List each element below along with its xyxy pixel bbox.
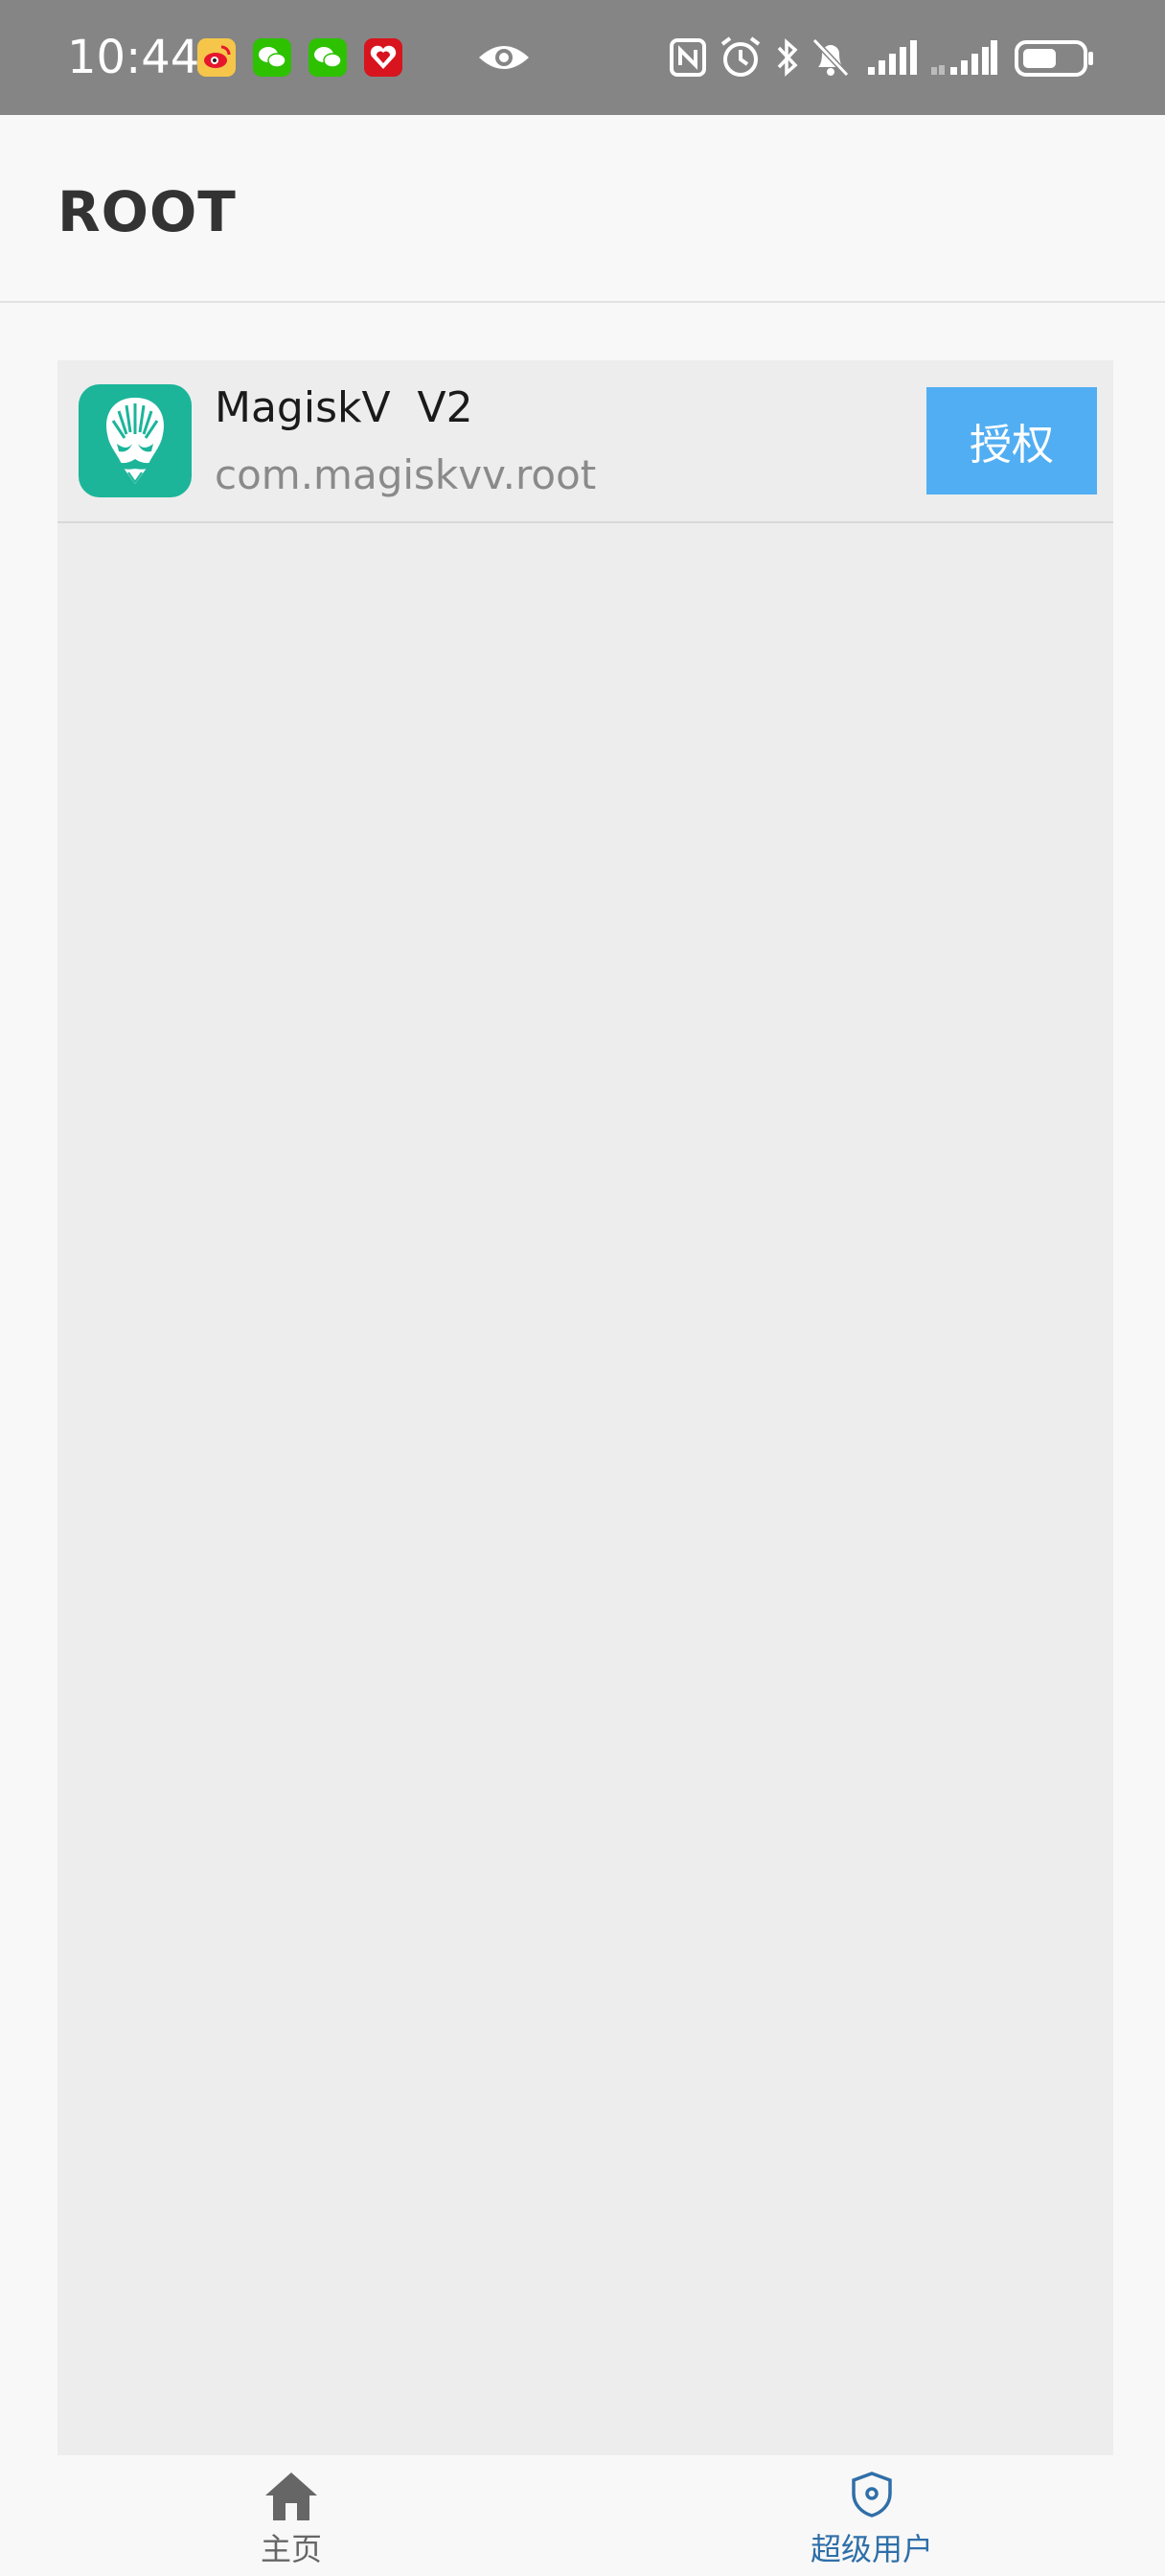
weibo-icon [197, 38, 236, 77]
heart-app-icon [364, 38, 402, 77]
nav-label-superuser: 超级用户 [810, 2531, 933, 2567]
nfc-icon [669, 34, 707, 80]
magisk-mask-icon [79, 384, 192, 497]
nav-label-home: 主页 [260, 2531, 322, 2567]
app-name: MagiskV V2 [215, 383, 473, 432]
status-bar: 10:44 [0, 0, 1165, 115]
wechat-icon [308, 38, 347, 77]
app-package-name: com.magiskvv.root [215, 451, 597, 498]
app-bar: ROOT [0, 115, 1165, 303]
app-list: MagiskV V2 com.magiskvv.root 授权 [57, 360, 1113, 2455]
mute-bell-icon [811, 34, 851, 80]
shield-icon [850, 2471, 894, 2522]
grant-button[interactable]: 授权 [926, 387, 1097, 494]
battery-icon [1014, 34, 1096, 80]
page-title: ROOT [57, 179, 237, 244]
home-icon [263, 2471, 319, 2526]
bluetooth-icon [774, 34, 801, 80]
bottom-nav: 主页 超级用户 [0, 2455, 1165, 2576]
signal-icon [866, 34, 918, 80]
list-item: MagiskV V2 com.magiskvv.root 授权 [57, 360, 1113, 523]
signal-icon [929, 34, 998, 80]
eye-icon [477, 38, 531, 84]
wechat-icon [253, 38, 291, 77]
alarm-icon [719, 34, 763, 80]
nav-item-superuser[interactable]: 超级用户 [728, 2455, 1016, 2576]
status-time: 10:44 [67, 31, 200, 84]
nav-item-home[interactable]: 主页 [148, 2455, 435, 2576]
